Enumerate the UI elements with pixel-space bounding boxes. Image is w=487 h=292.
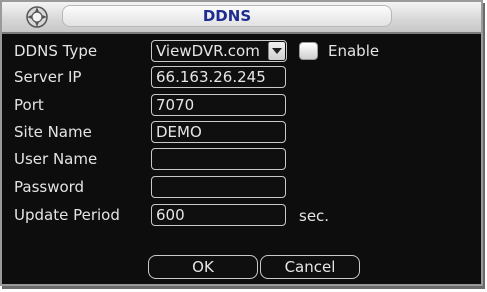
cancel-button[interactable]: Cancel [260,255,360,279]
enable-label: Enable [328,42,380,60]
update-period-label: Update Period [14,206,120,224]
ddns-type-value: ViewDVR.com [156,42,260,60]
update-period-field[interactable]: 600 [151,204,286,226]
port-label: Port [14,96,44,114]
site-name-label: Site Name [14,123,92,141]
port-field[interactable]: 7070 [151,94,286,116]
ddns-dialog: DDNS DDNS Type ViewDVR.com Enable Server… [0,0,483,286]
dropdown-arrow-button[interactable] [268,42,285,60]
enable-checkbox[interactable] [299,42,318,60]
server-ip-field[interactable]: 66.163.26.245 [151,66,286,88]
site-name-field[interactable]: DEMO [151,121,286,143]
update-period-unit: sec. [299,207,330,225]
ok-button[interactable]: OK [148,255,258,279]
ddns-type-label: DDNS Type [14,42,98,60]
password-field[interactable] [151,176,286,198]
dialog-title: DDNS [202,7,252,25]
user-name-label: User Name [14,150,98,168]
user-name-field[interactable] [151,148,286,170]
password-label: Password [14,178,85,196]
title-bar: DDNS [2,2,481,34]
chevron-down-icon [272,48,282,54]
server-ip-label: Server IP [14,68,82,86]
dvr-logo-icon [24,4,50,30]
ddns-type-select[interactable]: ViewDVR.com [151,40,287,62]
